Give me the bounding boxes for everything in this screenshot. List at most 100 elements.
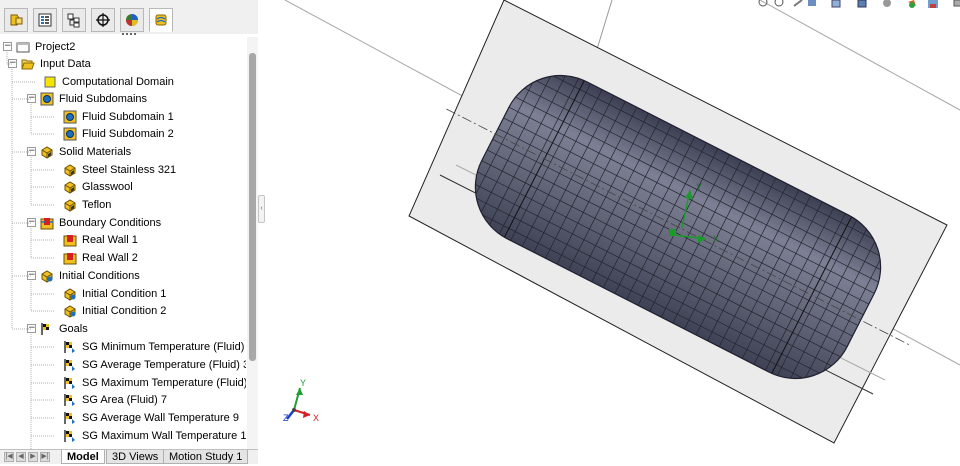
view-orientation-icon[interactable] xyxy=(831,0,841,8)
solid-material-icon xyxy=(64,163,76,177)
feature-manager-tab[interactable] xyxy=(4,8,28,32)
tree-item-computational-domain[interactable]: Computational Domain xyxy=(30,73,174,90)
scrollbar-thumb[interactable] xyxy=(249,53,256,361)
goal-flag-icon xyxy=(64,340,75,353)
analysis-tree: − Project2 − Input Data Computational Do… xyxy=(0,37,246,449)
tree-item-glasswool[interactable]: Glasswool xyxy=(50,178,133,195)
goal-flag-icon xyxy=(64,429,75,442)
graphics-area[interactable]: X Y X Y Z xyxy=(268,0,960,463)
tree-item-label: Initial Conditions xyxy=(59,269,140,282)
initial-condition-icon xyxy=(64,304,76,318)
tree-item-label: SG Minimum Temperature (Fluid) 2 xyxy=(82,340,246,353)
tree-item-input-data[interactable]: − Input Data xyxy=(8,55,91,72)
tree-item-label: Project2 xyxy=(35,40,76,53)
display-manager-tab[interactable] xyxy=(120,8,144,32)
tree-item-label: Solid Materials xyxy=(59,145,132,158)
open-folder-icon xyxy=(21,59,35,69)
tree-item-initial-conditions[interactable]: − Initial Conditions xyxy=(27,267,140,284)
display-style-icon[interactable] xyxy=(857,0,867,8)
property-manager-icon xyxy=(38,13,52,27)
real-wall-icon xyxy=(63,252,77,264)
tree-item-label: Teflon xyxy=(82,198,112,211)
collapse-toggle[interactable]: − xyxy=(27,94,36,103)
tab-motion-study[interactable]: Motion Study 1 xyxy=(163,450,249,464)
tree-item-goals[interactable]: − Goals xyxy=(27,320,88,337)
tree-item-goal-9[interactable]: SG Average Wall Temperature 9 xyxy=(50,409,239,426)
tree-item-goal-7[interactable]: SG Area (Fluid) 7 xyxy=(50,391,167,408)
tree-item-fluid-subdomain-1[interactable]: Fluid Subdomain 1 xyxy=(50,108,174,125)
last-tab-button[interactable]: ▶| xyxy=(40,452,50,462)
collapse-toggle[interactable]: − xyxy=(27,271,36,280)
tree-item-teflon[interactable]: Teflon xyxy=(50,196,111,213)
manager-tab-strip xyxy=(0,0,258,34)
solid-material-icon xyxy=(64,180,76,194)
triad-x-label: X xyxy=(313,413,319,423)
first-tab-button[interactable]: |◀ xyxy=(4,452,14,462)
flow-simulation-tree-panel: − Project2 − Input Data Computational Do… xyxy=(0,0,259,464)
tree-item-label: Initial Condition 2 xyxy=(82,304,167,317)
tree-item-label: Real Wall 1 xyxy=(82,233,138,246)
tree-item-real-wall-1[interactable]: Real Wall 1 xyxy=(50,231,138,248)
zoom-to-area-icon[interactable] xyxy=(774,0,784,7)
zoom-to-fit-icon[interactable] xyxy=(758,0,768,7)
tree-item-goal-4[interactable]: SG Maximum Temperature (Fluid) 4 xyxy=(50,374,246,391)
view-settings-icon[interactable] xyxy=(953,0,960,7)
goal-flag-icon xyxy=(64,376,75,389)
tree-item-solid-materials[interactable]: − Solid Materials xyxy=(27,143,131,160)
prev-tab-button[interactable]: ◀ xyxy=(16,452,26,462)
tree-item-label: Fluid Subdomain 2 xyxy=(82,127,174,140)
solid-material-icon xyxy=(41,145,53,159)
real-wall-icon xyxy=(63,234,77,246)
tree-item-initial-condition-2[interactable]: Initial Condition 2 xyxy=(50,302,166,319)
tree-item-label: Steel Stainless 321 xyxy=(82,163,177,176)
tree-item-steel-stainless[interactable]: Steel Stainless 321 xyxy=(50,161,176,178)
tree-vertical-scrollbar[interactable] xyxy=(247,37,258,449)
model-view[interactable]: X Y X Y Z xyxy=(268,0,960,463)
tree-item-initial-condition-1[interactable]: Initial Condition 1 xyxy=(50,285,166,302)
goal-flag-icon xyxy=(64,393,75,406)
collapse-toggle[interactable]: − xyxy=(27,324,36,333)
initial-condition-icon xyxy=(41,269,53,283)
tree-item-label: SG Average Wall Temperature 9 xyxy=(82,411,239,424)
collapse-toggle[interactable]: − xyxy=(27,218,36,227)
dimxpert-manager-tab[interactable] xyxy=(91,8,115,32)
tree-item-label: Real Wall 2 xyxy=(82,251,138,264)
collapse-toggle[interactable]: − xyxy=(8,59,17,68)
heads-up-view-toolbar xyxy=(756,0,960,10)
collapse-toggle[interactable]: − xyxy=(3,42,12,51)
triad-y-label: Y xyxy=(300,378,306,388)
boundary-condition-icon xyxy=(40,217,54,229)
tab-3d-views[interactable]: 3D Views xyxy=(106,450,165,464)
property-manager-tab[interactable] xyxy=(33,8,57,32)
section-view-icon[interactable] xyxy=(808,0,816,6)
previous-view-icon[interactable] xyxy=(793,0,803,7)
tab-model[interactable]: Model xyxy=(61,450,105,464)
tree-item-boundary-conditions[interactable]: − Boundary Conditions xyxy=(27,214,161,231)
computational-domain-icon xyxy=(44,76,56,87)
hide-show-items-icon[interactable] xyxy=(883,0,891,7)
tree-item-label: SG Area (Fluid) 7 xyxy=(82,393,167,406)
tree-item-label: Boundary Conditions xyxy=(59,216,162,229)
configuration-manager-tab[interactable] xyxy=(62,8,86,32)
goals-flag-icon xyxy=(41,322,49,335)
fluid-subdomain-icon xyxy=(63,127,77,140)
tree-item-label: Goals xyxy=(59,322,88,335)
apply-scene-icon[interactable] xyxy=(928,0,938,8)
tree-item-project[interactable]: − Project2 xyxy=(3,38,75,55)
tree-item-fluid-subdomain-2[interactable]: Fluid Subdomain 2 xyxy=(50,125,174,142)
collapse-panel-handle[interactable]: ‹ xyxy=(258,195,265,223)
tree-item-goal-3[interactable]: SG Average Temperature (Fluid) 3 xyxy=(50,356,246,373)
edit-appearance-icon[interactable] xyxy=(908,0,916,8)
collapse-toggle[interactable]: − xyxy=(27,147,36,156)
flow-simulation-tab[interactable] xyxy=(149,8,173,32)
tree-item-real-wall-2[interactable]: Real Wall 2 xyxy=(50,249,138,266)
tree-item-label: Fluid Subdomains xyxy=(59,92,148,105)
tree-item-goal-10[interactable]: SG Maximum Wall Temperature 10 xyxy=(50,427,246,444)
next-tab-button[interactable]: ▶ xyxy=(28,452,38,462)
tree-item-fluid-subdomains[interactable]: − Fluid Subdomains xyxy=(27,90,147,107)
tree-item-goal-2[interactable]: SG Minimum Temperature (Fluid) 2 xyxy=(50,338,246,355)
tree-item-label: SG Maximum Temperature (Fluid) 4 xyxy=(82,376,246,389)
model-triad-y-label: Y xyxy=(696,182,702,192)
model-triad-x-label: X xyxy=(713,234,719,244)
panel-splitter[interactable] xyxy=(258,0,268,463)
